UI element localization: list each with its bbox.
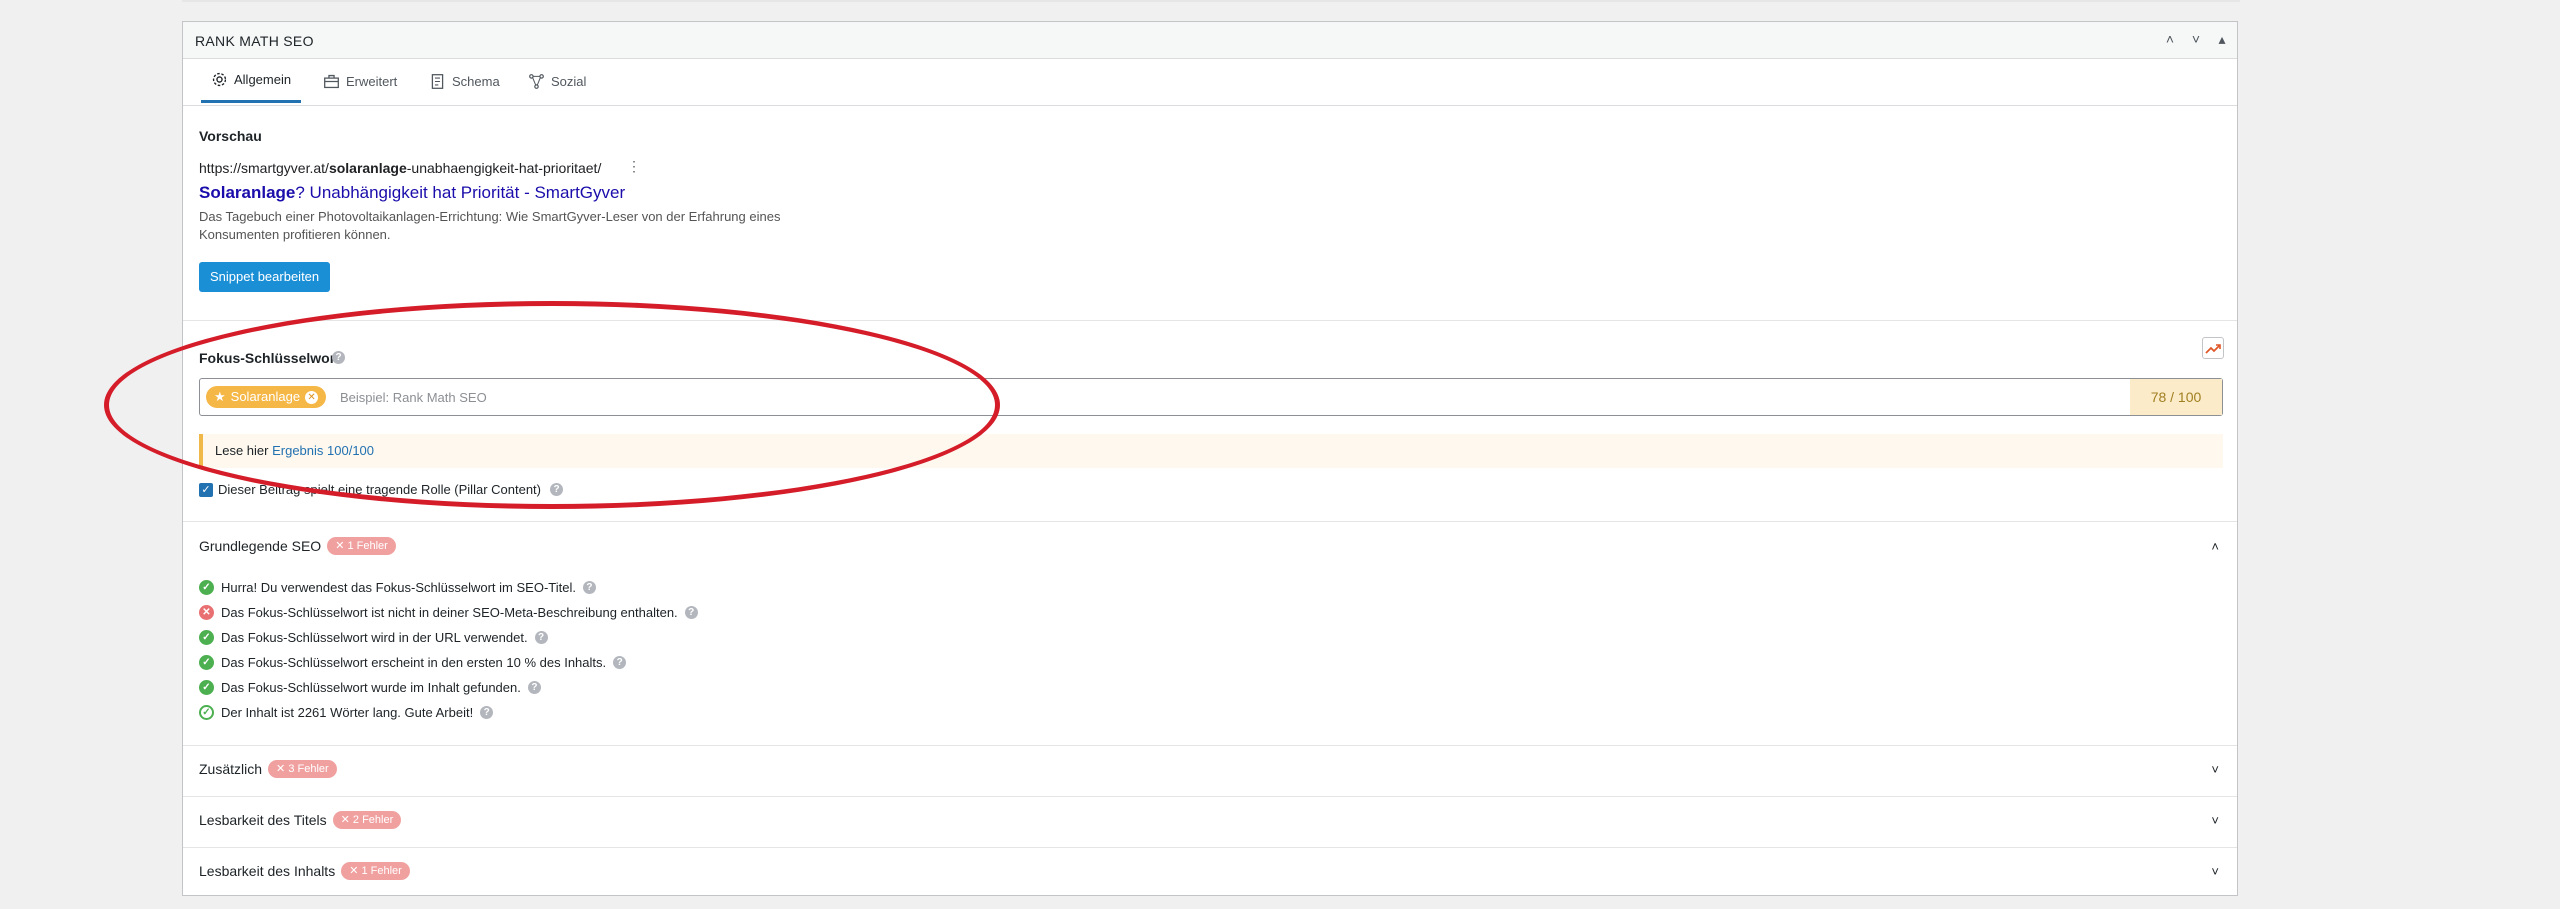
divider xyxy=(183,796,2237,797)
list-item: ✓ Das Fokus-Schlüsselwort erscheint in de… xyxy=(199,650,698,675)
keyword-chip[interactable]: ★ Solaranlage ✕ xyxy=(206,386,327,408)
tab-sozial[interactable]: Sozial xyxy=(528,59,586,103)
check-icon: ✓ xyxy=(199,680,214,695)
error-badge: ✕ 3 Fehler xyxy=(268,760,337,778)
pillar-checkbox[interactable]: ✓ xyxy=(199,482,213,497)
help-icon[interactable]: ? xyxy=(684,606,698,619)
result-link[interactable]: Ergebnis 100/100 xyxy=(272,443,374,458)
help-icon[interactable]: ? xyxy=(550,483,563,496)
result-notice: Lese hier Ergebnis 100/100 xyxy=(199,434,2223,468)
divider xyxy=(183,320,2237,321)
preview-url[interactable]: https://smartgyver.at/solaranlage-unabha… xyxy=(199,160,601,176)
help-icon[interactable]: ? xyxy=(582,581,596,594)
tab-schema[interactable]: Schema xyxy=(429,59,500,103)
check-icon: ✓ xyxy=(199,655,214,670)
list-item: ✓ Der Inhalt ist 2261 Wörter lang. Gute A… xyxy=(199,700,698,725)
seo-score: 78 / 100 xyxy=(2130,379,2222,415)
tab-allgemein[interactable]: Allgemein xyxy=(201,59,302,103)
help-icon[interactable]: ? xyxy=(332,351,345,364)
help-icon[interactable]: ? xyxy=(613,656,627,669)
list-item: ✕ Das Fokus-Schlüsselwort ist nicht in de… xyxy=(199,600,698,625)
tab-bar: Allgemein Erweitert Schema Sozial xyxy=(183,59,2237,106)
focus-keyword-label: Fokus-Schlüsselwort xyxy=(199,350,340,366)
remove-keyword-icon[interactable]: ✕ xyxy=(305,390,319,404)
help-icon[interactable]: ? xyxy=(534,631,548,644)
toolbox-icon xyxy=(324,74,339,88)
chevron-up-icon[interactable]: ˄ xyxy=(2211,539,2219,554)
panel-controls: ˄ ˅ ▴ xyxy=(2163,30,2229,48)
preview-heading: Vorschau xyxy=(199,128,262,144)
snippet-edit-button[interactable]: Snippet bearbeiten xyxy=(199,262,331,292)
chevron-down-icon[interactable]: ˅ xyxy=(2211,813,2219,828)
pillar-content-option[interactable]: ✓ Dieser Beitrag spielt eine tragende Ro… xyxy=(199,482,563,497)
tab-erweitert[interactable]: Erweitert xyxy=(323,59,397,103)
section-title-readability[interactable]: Lesbarkeit des Titels ✕ 2 Fehler xyxy=(199,811,402,829)
collapse-toggle-icon[interactable]: ▴ xyxy=(2215,30,2229,48)
list-item: ✓ Hurra! Du verwendest das Fokus-Schlüsse… xyxy=(199,575,698,600)
check-outline-icon: ✓ xyxy=(199,705,214,720)
star-icon: ★ xyxy=(214,389,226,404)
focus-keyword-input[interactable]: ★ Solaranlage ✕ Beispiel: Rank Math SEO … xyxy=(199,378,2223,416)
help-icon[interactable]: ? xyxy=(527,681,541,694)
check-icon: ✓ xyxy=(199,580,214,595)
gear-icon xyxy=(212,72,227,87)
error-badge: ✕ 1 Fehler xyxy=(341,862,410,880)
trends-button[interactable] xyxy=(2202,337,2224,359)
panel-header: RANK MATH SEO ˄ ˅ ▴ xyxy=(183,22,2237,59)
document-icon xyxy=(431,73,444,89)
panel-title: RANK MATH SEO xyxy=(195,33,314,49)
section-content-readability[interactable]: Lesbarkeit des Inhalts ✕ 1 Fehler xyxy=(199,862,410,880)
keyword-placeholder: Beispiel: Rank Math SEO xyxy=(340,390,487,405)
more-options-icon[interactable]: ⋮ xyxy=(627,158,641,175)
error-badge: ✕ 2 Fehler xyxy=(332,811,402,829)
list-item: ✓ Das Fokus-Schlüsselwort wird in der URL… xyxy=(199,625,698,650)
chevron-down-icon[interactable]: ˅ xyxy=(2211,864,2219,879)
section-additional[interactable]: Zusätzlich ✕ 3 Fehler xyxy=(199,760,337,778)
move-down-icon[interactable]: ˅ xyxy=(2189,30,2203,48)
list-item: ✓ Das Fokus-Schlüsselwort wurde im Inhalt… xyxy=(199,675,698,700)
top-divider xyxy=(182,0,2240,2)
basic-seo-checks: ✓ Hurra! Du verwendest das Fokus-Schlüsse… xyxy=(199,575,698,725)
preview-title[interactable]: Solaranlage? Unabhängigkeit hat Prioritä… xyxy=(199,183,625,203)
share-nodes-icon xyxy=(529,73,544,89)
preview-description: Das Tagebuch einer Photovoltaikanlagen-E… xyxy=(199,209,781,242)
rank-math-panel: RANK MATH SEO ˄ ˅ ▴ Allgemein Erweitert … xyxy=(182,21,2238,896)
error-icon: ✕ xyxy=(199,605,214,620)
move-up-icon[interactable]: ˄ xyxy=(2163,30,2177,48)
divider xyxy=(183,847,2237,848)
error-badge: ✕ 1 Fehler xyxy=(327,537,396,555)
trend-chart-icon xyxy=(2205,344,2221,354)
section-basic-seo[interactable]: Grundlegende SEO ✕ 1 Fehler xyxy=(199,537,396,555)
divider xyxy=(183,745,2237,746)
help-icon[interactable]: ? xyxy=(480,706,494,719)
chevron-down-icon[interactable]: ˅ xyxy=(2211,762,2219,777)
divider xyxy=(183,521,2237,522)
check-icon: ✓ xyxy=(199,630,214,645)
